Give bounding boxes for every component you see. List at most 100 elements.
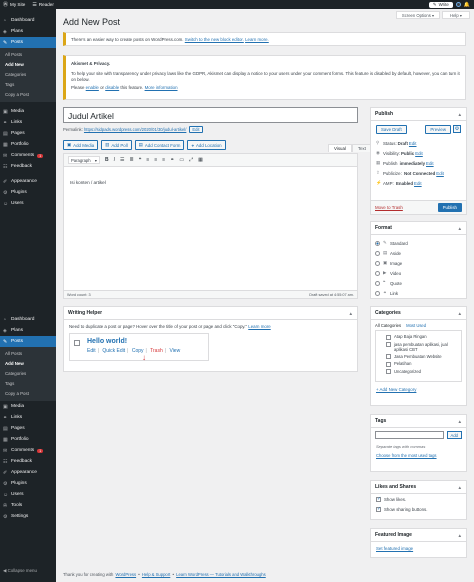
- collapse-arrow-icon[interactable]: ▲: [457, 533, 462, 538]
- preview-button[interactable]: Preview: [425, 125, 451, 134]
- publicize-edit-link[interactable]: Edit: [436, 171, 444, 176]
- sidebar-item-media[interactable]: ▣ Media: [0, 106, 56, 117]
- help-button[interactable]: Help ▾: [442, 11, 470, 19]
- collapse-menu-button[interactable]: ◀ Collapse menu: [3, 568, 37, 574]
- link-icon[interactable]: ⚭: [170, 157, 174, 163]
- submenu-copy-post[interactable]: Copy a Post: [0, 90, 56, 100]
- add-contact-form-button[interactable]: ▤ Add Contact Form: [134, 140, 185, 150]
- quick-edit-action[interactable]: Quick Edit: [102, 348, 125, 354]
- footer-help-link[interactable]: Help & Support: [142, 572, 170, 577]
- format-option-image[interactable]: ▣ Image: [371, 258, 466, 268]
- radio-quote[interactable]: [375, 280, 380, 286]
- sidebar-item-portfolio[interactable]: ▦ Portfolio: [0, 139, 56, 150]
- sidebar-item-tools[interactable]: ✇ Tools: [0, 500, 56, 511]
- featured-image-header[interactable]: Featured Image ▲: [371, 529, 466, 542]
- view-action[interactable]: View: [169, 348, 180, 354]
- format-option-aside[interactable]: ▤ Aside: [371, 248, 466, 258]
- add-media-button[interactable]: ▣ Add Media: [63, 140, 99, 150]
- tab-all-categories[interactable]: All Categories: [375, 323, 401, 328]
- submenu-all-posts-2[interactable]: All Posts: [0, 349, 56, 359]
- permalink-url[interactable]: https://sidpads.wordpress.com/2020/01/30…: [84, 127, 186, 132]
- editor-content[interactable]: Isi konten / artikel: [64, 167, 357, 198]
- show-sharing-row[interactable]: Show sharing buttons.: [371, 504, 466, 514]
- show-sharing-checkbox[interactable]: [376, 506, 381, 512]
- format-option-link[interactable]: ⚭ Link: [371, 288, 466, 298]
- sidebar-item-plans-2[interactable]: ◈ Plans: [0, 325, 56, 336]
- permalink-edit-button[interactable]: Edit: [189, 126, 203, 133]
- sidebar-item-plans[interactable]: ◈ Plans: [0, 26, 56, 37]
- align-right-icon[interactable]: ≡: [162, 157, 165, 163]
- category-checkbox[interactable]: [386, 334, 391, 340]
- gear-icon[interactable]: ⚙: [453, 125, 461, 133]
- trash-action[interactable]: Trash: [150, 348, 163, 354]
- enable-link[interactable]: enable: [86, 85, 99, 90]
- submenu-add-new-2[interactable]: Add New: [0, 359, 56, 369]
- category-checkbox[interactable]: [386, 369, 391, 374]
- sidebar-item-users-2[interactable]: ☺ Users: [0, 489, 56, 500]
- tags-header[interactable]: Tags ▲: [371, 415, 466, 428]
- category-checkbox[interactable]: [386, 342, 391, 347]
- radio-link[interactable]: [375, 290, 380, 296]
- save-draft-button[interactable]: Save Draft: [376, 125, 407, 134]
- switch-block-editor-link[interactable]: Switch to the new block editor.: [185, 37, 244, 42]
- toolbar-toggle-icon[interactable]: ▦: [198, 157, 203, 163]
- writing-helper-learn-more[interactable]: Learn more: [248, 324, 270, 329]
- format-header[interactable]: Format ▲: [371, 222, 466, 235]
- add-tag-button[interactable]: Add: [446, 431, 462, 439]
- submenu-tags[interactable]: Tags: [0, 80, 56, 90]
- sidebar-item-feedback[interactable]: ☷ Feedback: [0, 161, 56, 172]
- sidebar-item-media-2[interactable]: ▣ Media: [0, 401, 56, 412]
- radio-aside[interactable]: [375, 250, 380, 256]
- publish-button[interactable]: Publish: [437, 203, 462, 212]
- category-item[interactable]: jasa pembuatan aplikasi, jual aplikasi C…: [386, 342, 458, 352]
- tab-most-used[interactable]: Most Used: [406, 323, 426, 328]
- collapse-arrow-icon[interactable]: ▲: [457, 112, 462, 117]
- format-select[interactable]: Paragraph ▾: [68, 156, 100, 164]
- bold-icon[interactable]: B: [105, 157, 109, 163]
- show-likes-row[interactable]: Show likes.: [371, 494, 466, 504]
- footer-wordpress-link[interactable]: WordPress: [115, 572, 136, 577]
- sidebar-item-comments[interactable]: ✉ Comments 1: [0, 150, 56, 161]
- format-option-standard[interactable]: ✎ Standard: [371, 238, 466, 248]
- reader-link[interactable]: ☰ Reader: [32, 2, 54, 8]
- status-edit-link[interactable]: Edit: [409, 141, 417, 146]
- category-item[interactable]: Uncategorized: [386, 369, 458, 374]
- post-title-input[interactable]: Judul Artikel: [63, 107, 358, 123]
- tab-visual[interactable]: Visual: [328, 144, 352, 152]
- sidebar-item-portfolio-2[interactable]: ▦ Portfolio: [0, 434, 56, 445]
- schedule-edit-link[interactable]: Edit: [426, 161, 434, 166]
- publish-header[interactable]: Publish ▲: [371, 108, 466, 121]
- align-center-icon[interactable]: ≡: [154, 157, 157, 163]
- move-to-trash-link[interactable]: Move to Trash: [375, 205, 403, 210]
- submenu-tags-2[interactable]: Tags: [0, 379, 56, 389]
- bullet-list-icon[interactable]: ☰: [120, 157, 124, 163]
- sidebar-item-posts-2[interactable]: ✎ Posts: [0, 336, 56, 347]
- sidebar-item-users[interactable]: ☺ Users: [0, 198, 56, 209]
- choose-tags-link[interactable]: Choose from the most used tags: [376, 453, 437, 458]
- collapse-arrow-icon[interactable]: ▲: [457, 311, 462, 316]
- radio-standard[interactable]: [375, 240, 380, 246]
- submenu-add-new[interactable]: Add New: [0, 60, 56, 70]
- sidebar-item-dashboard-2[interactable]: ◔ Dashboard: [0, 314, 56, 325]
- avatar[interactable]: [455, 2, 461, 7]
- sidebar-item-plugins[interactable]: ⚙ Plugins: [0, 187, 56, 198]
- blockquote-icon[interactable]: ❝: [139, 157, 142, 163]
- footer-learn-link[interactable]: Learn WordPress — Tutorials and Walkthro…: [176, 572, 266, 577]
- post-checkbox[interactable]: [74, 340, 80, 346]
- category-item[interactable]: Atap Baja Ringan: [386, 334, 458, 340]
- numbered-list-icon[interactable]: ≣: [130, 157, 134, 163]
- format-option-quote[interactable]: ❝ Quote: [371, 278, 466, 288]
- radio-video[interactable]: [375, 270, 380, 276]
- sidebar-item-pages-2[interactable]: ▤ Pages: [0, 423, 56, 434]
- tag-input[interactable]: [375, 431, 444, 439]
- sidebar-item-links-2[interactable]: ⚭ Links: [0, 412, 56, 423]
- amp-edit-link[interactable]: Edit: [414, 181, 422, 186]
- submenu-categories-2[interactable]: Categories: [0, 369, 56, 379]
- categories-header[interactable]: Categories ▲: [371, 307, 466, 320]
- learn-more-link[interactable]: Learn more.: [245, 37, 269, 42]
- sidebar-item-posts[interactable]: ✎ Posts: [0, 37, 56, 48]
- italic-icon[interactable]: I: [114, 157, 115, 163]
- writing-helper-header[interactable]: Writing Helper ▲: [64, 307, 357, 320]
- write-button[interactable]: ✎ Write: [428, 1, 453, 8]
- submenu-copy-post-2[interactable]: Copy a Post: [0, 389, 56, 399]
